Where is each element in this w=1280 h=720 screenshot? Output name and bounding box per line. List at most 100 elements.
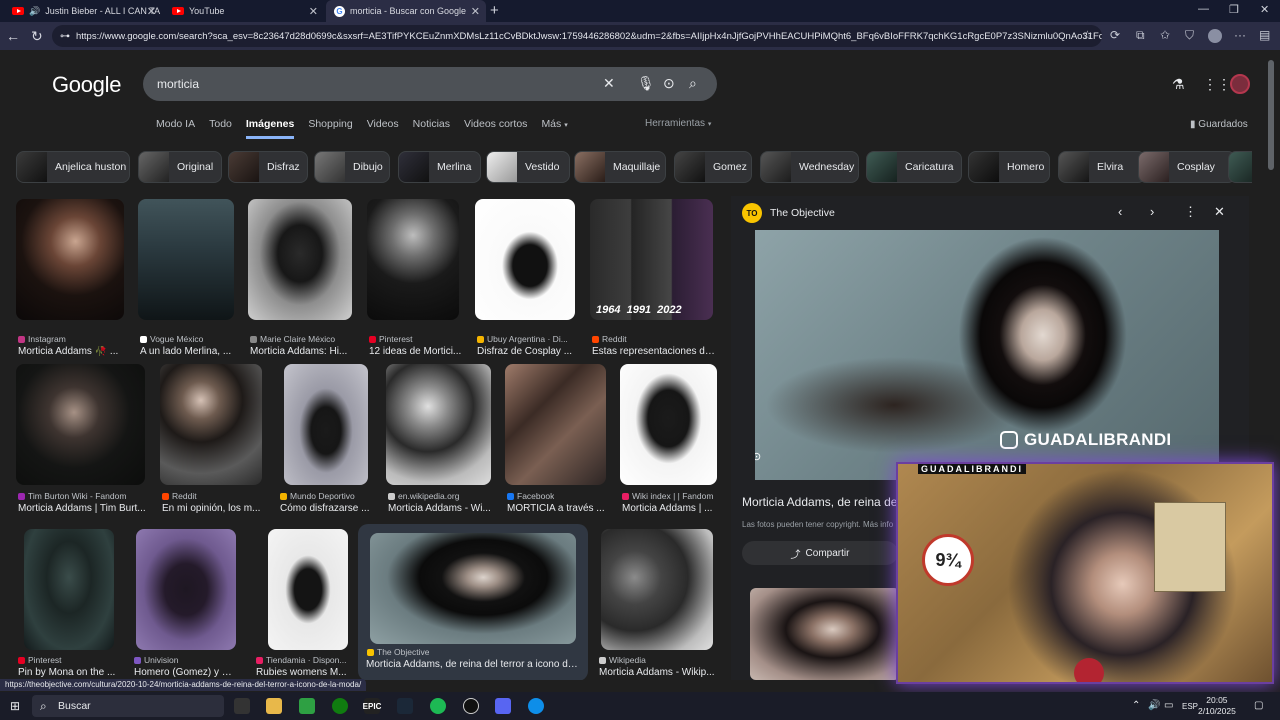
epic-games-icon[interactable]: EPIC (363, 698, 381, 714)
result-title[interactable]: Morticia Addams 🥀 ... (18, 346, 122, 357)
apps-grid-icon[interactable]: ⋮⋮ (1203, 76, 1231, 93)
result-source[interactable]: Tim Burton Wiki - Fandom (18, 491, 126, 501)
previous-icon[interactable]: ‹ (1118, 204, 1122, 219)
result-image[interactable] (16, 199, 124, 320)
result-title[interactable]: En mi opinión, los m... (162, 503, 264, 514)
result-image[interactable]: 1964 1991 2022 (590, 199, 713, 320)
result-source[interactable]: Wiki index | | Fandom (622, 491, 713, 501)
saved-button[interactable]: ▮ Guardados (1190, 119, 1248, 130)
xbox-icon[interactable] (332, 698, 348, 714)
result-card[interactable]: Mundo Deportivo Cómo disfrazarse ... (278, 364, 374, 519)
result-card[interactable]: Reddit En mi opinión, los m... (160, 364, 264, 519)
result-image[interactable] (138, 199, 234, 320)
minecraft-icon[interactable] (299, 698, 315, 714)
obs-icon[interactable] (463, 698, 479, 714)
result-source[interactable]: Univision (134, 655, 179, 665)
tab-imagenes[interactable]: Imágenes (245, 118, 295, 139)
sidebar-icon[interactable]: ▤ (1259, 28, 1270, 42)
url-field[interactable]: ⊶ https://www.google.com/search?sca_esv=… (52, 25, 1102, 47)
result-title[interactable]: Cómo disfrazarse ... (280, 503, 376, 514)
chip-homero[interactable]: Homero (968, 151, 1050, 183)
result-card[interactable]: Tim Burton Wiki - Fandom Morticia Addams… (16, 364, 146, 519)
result-source[interactable]: Wikipedia (599, 655, 646, 665)
result-card[interactable]: 1964 1991 2022 Reddit Estas representaci… (590, 199, 716, 357)
favorite-star-icon[interactable]: ☆ (1082, 28, 1093, 42)
minimize-button[interactable]: — (1198, 3, 1209, 15)
browser-tab-3[interactable]: G morticia - Buscar con Google ✕ (326, 0, 486, 22)
result-title[interactable]: Morticia Addams - Wikip... (599, 667, 715, 678)
chip-elvira[interactable]: Elvira (1058, 151, 1146, 183)
steam-icon[interactable] (397, 698, 413, 714)
result-card[interactable]: Univision Homero (Gomez) y M... (132, 529, 240, 679)
discord-icon[interactable] (495, 698, 511, 714)
result-title[interactable]: Morticia Addams | ... (622, 503, 720, 514)
chip-cosplay[interactable]: Cosplay (1138, 151, 1236, 183)
result-card[interactable]: Ubuy Argentina · Di... Disfraz de Cospla… (475, 199, 577, 357)
result-title[interactable]: Morticia Addams | Tim Burt... (18, 503, 146, 514)
volume-icon[interactable]: 🔊 (1148, 700, 1160, 711)
tab-todo[interactable]: Todo (209, 118, 232, 139)
preview-title[interactable]: Morticia Addams, de reina del (742, 495, 900, 509)
result-image[interactable] (284, 364, 368, 485)
result-title[interactable]: 12 ideas de Mortici... (369, 346, 465, 357)
result-image[interactable] (601, 529, 713, 650)
result-title[interactable]: Morticia Addams - Wi... (388, 503, 492, 514)
spotify-icon[interactable] (430, 698, 446, 714)
result-source[interactable]: The Objective (367, 647, 429, 657)
chip-maquillaje[interactable]: Maquillaje (574, 151, 666, 183)
windows-start-icon[interactable]: ⊞ (10, 699, 20, 713)
result-card[interactable]: Vogue México A un lado Merlina, ... (138, 199, 238, 357)
result-card[interactable]: Pinterest Pin by Mona on the ... (16, 529, 120, 679)
result-source[interactable]: Instagram (18, 334, 66, 344)
result-source[interactable]: Pinterest (18, 655, 62, 665)
result-source[interactable]: Reddit (162, 491, 197, 501)
notifications-icon[interactable]: ▢ (1254, 700, 1263, 711)
site-info-icon[interactable]: ⊶ (60, 31, 70, 42)
more-menu-icon[interactable]: ··· (1234, 28, 1246, 42)
result-card[interactable]: Instagram Morticia Addams 🥀 ... (16, 199, 126, 357)
tab-shopping[interactable]: Shopping (308, 118, 352, 139)
result-source[interactable]: Vogue México (140, 334, 203, 344)
network-icon[interactable]: ▭ (1164, 700, 1173, 711)
chip-caricatura[interactable]: Caricatura (866, 151, 962, 183)
browser-tab-1[interactable]: 🔊 Justin Bieber - ALL I CAN TA ✕ (4, 0, 162, 22)
shield-icon[interactable]: ⛉ (1185, 28, 1194, 43)
result-source[interactable]: Pinterest (369, 334, 413, 344)
lens-search-icon[interactable]: ⊙ (755, 450, 761, 463)
labs-flask-icon[interactable]: ⚗ (1172, 76, 1185, 93)
new-tab-button[interactable]: + (490, 2, 499, 19)
clear-icon[interactable]: ✕ (603, 75, 615, 92)
taskbar-search[interactable]: ⌕ Buscar (32, 695, 224, 717)
result-title[interactable]: Morticia Addams, de reina del terror a i… (366, 659, 580, 670)
edge-icon[interactable] (528, 698, 544, 714)
chip-merlina[interactable]: Merlina (398, 151, 481, 183)
result-card[interactable]: Marie Claire México Morticia Addams: Hi.… (248, 199, 354, 357)
tab-modo-ia[interactable]: Modo IA (156, 118, 195, 139)
next-icon[interactable]: › (1150, 204, 1154, 219)
result-title[interactable]: MORTICIA a través ... (507, 503, 607, 514)
chip-gomez[interactable]: Gomez (674, 151, 752, 183)
tray-expand-icon[interactable]: ⌃ (1132, 700, 1140, 711)
account-avatar[interactable] (1230, 74, 1250, 94)
speaker-icon[interactable]: 🔊 (29, 6, 40, 17)
task-view-icon[interactable] (234, 698, 250, 714)
result-title[interactable]: Pin by Mona on the ... (18, 667, 120, 678)
chip-vestido[interactable]: Vestido (486, 151, 570, 183)
result-title[interactable]: Morticia Addams: Hi... (250, 346, 354, 357)
result-image[interactable] (16, 364, 145, 485)
result-image[interactable] (620, 364, 717, 485)
lens-icon[interactable]: ⊙ (663, 75, 675, 92)
close-tab-icon[interactable]: ✕ (471, 5, 480, 18)
result-image[interactable] (475, 199, 575, 320)
tab-noticias[interactable]: Noticias (413, 118, 450, 139)
result-card[interactable]: Wikipedia Morticia Addams - Wikip... (597, 529, 715, 679)
extensions-icon[interactable]: ⧉ (1136, 28, 1145, 43)
result-title[interactable]: Estas representaciones de... (592, 346, 716, 357)
result-image[interactable] (505, 364, 606, 485)
close-preview-icon[interactable]: ✕ (1214, 204, 1225, 220)
result-title[interactable]: A un lado Merlina, ... (140, 346, 238, 357)
result-card-selected[interactable]: The Objective Morticia Addams, de reina … (358, 524, 588, 680)
scrollbar[interactable] (1268, 60, 1274, 170)
result-source[interactable]: Mundo Deportivo (280, 491, 355, 501)
tab-mas[interactable]: Más ▾ (541, 118, 567, 139)
